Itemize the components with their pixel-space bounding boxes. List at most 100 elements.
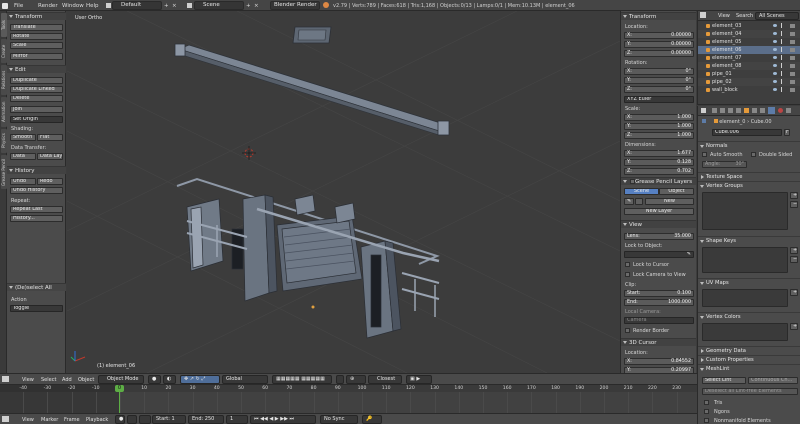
location-y-field[interactable]: Y: 0.00000 (624, 41, 694, 48)
outliner-display-select[interactable]: All Scenes (755, 12, 799, 20)
texture-space-panel-header[interactable]: Texture Space (698, 172, 800, 180)
3d-viewport[interactable]: User Ortho (1) element_06 (67, 11, 620, 373)
render-engine-select[interactable]: Blender Render (270, 1, 320, 10)
editor-type-icon[interactable] (2, 3, 8, 9)
meshlint-panel-header[interactable]: MeshLint (698, 364, 800, 372)
mode-select[interactable]: Object Mode (98, 375, 144, 384)
vertex-colors-list[interactable] (702, 323, 788, 341)
scene-add-icon[interactable]: + (246, 2, 251, 10)
outliner-row[interactable]: element_03 (698, 22, 800, 30)
grease-pencil-checkbox[interactable] (630, 179, 635, 184)
frame-menu[interactable]: Frame (64, 416, 80, 424)
redo-button[interactable]: Redo (37, 178, 63, 185)
history-panel-header[interactable]: History (7, 166, 66, 174)
set-origin-select[interactable]: Set Origin (10, 116, 63, 123)
scene-tab-button[interactable]: Scene (624, 188, 659, 195)
new-grease-button[interactable]: New (645, 198, 694, 205)
translate-button[interactable]: Translate (10, 24, 63, 31)
select-menu[interactable]: Select (41, 376, 56, 384)
menu-render[interactable]: Render (38, 2, 58, 10)
auto-smooth-checkbox[interactable] (702, 152, 707, 157)
transform-header[interactable]: Transform (621, 12, 696, 20)
end-frame-field[interactable]: End: 250 (188, 415, 224, 424)
manipulator-buttons[interactable]: ✥ ↗ ↻ ⤢ (180, 375, 220, 384)
cursor-x-field[interactable]: X: 0.84552 (624, 358, 694, 365)
vertex-colors-panel-header[interactable]: Vertex Colors (698, 312, 800, 320)
location-x-field[interactable]: X: 0.00000 (624, 32, 694, 39)
menu-window[interactable]: Window (62, 2, 84, 10)
timeline[interactable]: -40 -30 -20 -10 0 10 20 30 40 50 60 70 80 90 100 110 120… (0, 384, 697, 413)
location-z-field[interactable]: Z: 0.00000 (624, 50, 694, 57)
menu-help[interactable]: Help (86, 2, 99, 10)
shape-keys-list[interactable] (702, 247, 788, 273)
menu-file[interactable]: File (14, 2, 23, 10)
shape-key-add-button[interactable]: + (790, 247, 798, 254)
dimension-y-field[interactable]: Y: 0.128 (624, 159, 694, 166)
start-frame-field[interactable]: Start: 1 (152, 415, 186, 424)
smooth-button[interactable]: Smooth (10, 134, 36, 141)
material-tab-icon[interactable] (778, 108, 783, 113)
uv-map-add-button[interactable]: + (790, 289, 798, 296)
data-button[interactable]: Data (10, 153, 36, 160)
duplicate-linked-button[interactable]: Duplicate Linked (10, 86, 63, 93)
outliner-view-menu[interactable]: View (718, 12, 730, 20)
delete-button[interactable]: Delete (10, 95, 63, 102)
fake-user-button[interactable]: F (784, 129, 790, 136)
lens-field[interactable]: Lens: 35.000 (624, 233, 694, 240)
outliner-row[interactable]: pipe_01 (698, 70, 800, 78)
machine-assembly[interactable] (176, 177, 440, 339)
duplicate-button[interactable]: Duplicate (10, 77, 63, 84)
clip-end-field[interactable]: End: 1000.000 (624, 299, 694, 306)
double-sided-checkbox[interactable] (751, 152, 756, 157)
rotate-button[interactable]: Rotate (10, 33, 63, 40)
transform-orientation-select[interactable]: Global (222, 375, 268, 384)
uv-maps-panel-header[interactable]: UV Maps (698, 278, 800, 286)
lock-object-field[interactable]: ✎ (624, 251, 694, 258)
shape-key-remove-button[interactable]: − (790, 256, 798, 263)
current-frame-marker[interactable]: 0 (115, 385, 124, 392)
tris-checkbox[interactable] (704, 400, 709, 405)
clip-start-field[interactable]: Start: 0.100 (624, 290, 694, 297)
lock-camera-checkbox[interactable] (625, 272, 630, 277)
normals-panel-header[interactable]: Normals (698, 141, 800, 149)
snap-target-select[interactable]: Closest (368, 375, 402, 384)
lock-layers-icon[interactable] (336, 375, 344, 384)
add-menu[interactable]: Add (62, 376, 72, 384)
keying-set-icon[interactable] (127, 415, 137, 424)
world-tab-icon[interactable] (736, 108, 741, 113)
constraints-tab-icon[interactable] (752, 108, 757, 113)
outliner-search-menu[interactable]: Search (736, 12, 753, 20)
rotation-z-field[interactable]: Z: 0° (624, 86, 694, 93)
rotation-mode-select[interactable]: XYZ Euler (624, 96, 694, 103)
vertex-color-add-button[interactable]: + (790, 323, 798, 330)
pivot-point-select[interactable]: ◐ (163, 375, 176, 384)
uv-maps-list[interactable] (702, 289, 788, 307)
operator-panel-header[interactable]: (De)select All (7, 283, 66, 291)
outliner-row[interactable]: element_07 (698, 54, 800, 62)
action-select[interactable]: Toggle (10, 305, 63, 312)
dimension-z-field[interactable]: Z: 0.702 (624, 168, 694, 175)
opengl-render-buttons[interactable]: ▣ ▶ (406, 375, 432, 384)
scene-close-icon[interactable]: × (254, 2, 259, 10)
editor-type-icon[interactable] (701, 108, 706, 113)
geometry-data-panel-header[interactable]: Geometry Data (698, 346, 800, 354)
continuous-check-button[interactable]: Continuous Ch... (748, 377, 798, 384)
record-button[interactable]: ● (115, 415, 125, 424)
current-frame-field[interactable]: 1 (226, 415, 248, 424)
view-panel-header[interactable]: View (621, 220, 696, 228)
outliner-row[interactable]: element_08 (698, 62, 800, 70)
custom-properties-panel-header[interactable]: Custom Properties (698, 355, 800, 363)
repeat-last-button[interactable]: Repeat Last (10, 206, 63, 213)
shape-keys-panel-header[interactable]: Shape Keys (698, 236, 800, 244)
texture-tab-icon[interactable] (786, 108, 791, 113)
join-button[interactable]: Join (10, 106, 63, 113)
shading-select[interactable]: ● (148, 375, 161, 384)
vertex-groups-list[interactable] (702, 192, 788, 230)
outliner-row[interactable]: element_05 (698, 38, 800, 46)
lock-cursor-checkbox[interactable] (625, 262, 630, 267)
mirror-button[interactable]: Mirror (10, 53, 63, 60)
vertex-group-remove-button[interactable]: − (790, 201, 798, 208)
rotation-y-field[interactable]: Y: 0° (624, 77, 694, 84)
ngons-checkbox[interactable] (704, 409, 709, 414)
scale-button[interactable]: Scale (10, 42, 63, 49)
